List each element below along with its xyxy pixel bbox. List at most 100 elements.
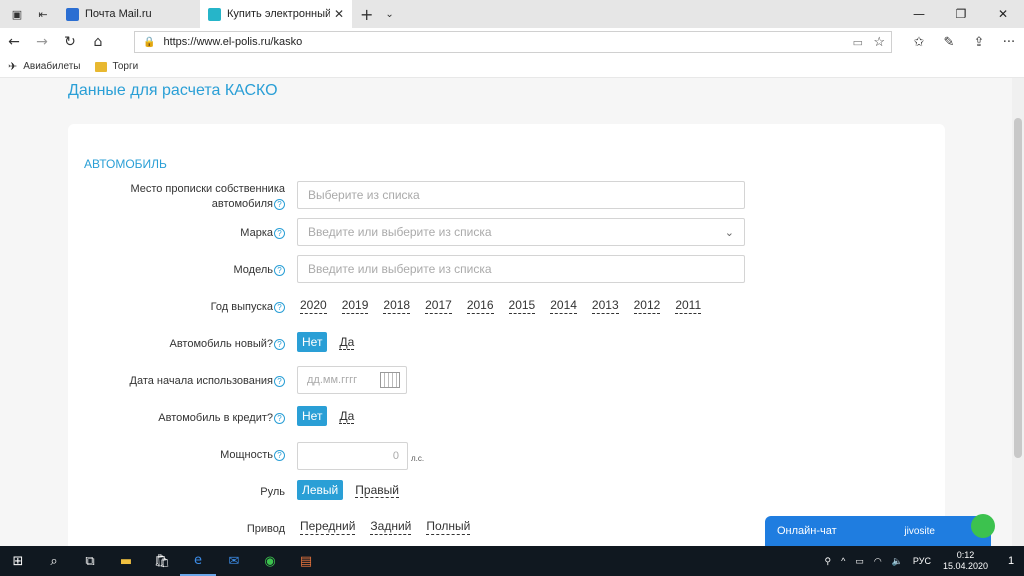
store-icon[interactable]: 🛍 [144,546,180,576]
notification-center-icon[interactable]: 1 [998,546,1024,576]
favorite-torgi[interactable]: Торги [94,61,139,72]
tab-mail[interactable]: Почта Mail.ru [58,0,200,28]
help-icon[interactable]: ? [274,412,285,424]
clock-time: 0:12 [956,550,975,560]
language-indicator[interactable]: РУС [913,556,931,566]
wheel-label-text: Руль [260,486,285,498]
help-icon[interactable]: ? [274,449,285,461]
scroll-thumb[interactable] [1014,118,1022,458]
folder-icon [94,61,107,72]
start-date-input[interactable]: дд.мм.гггг [297,366,407,394]
help-icon[interactable]: ? [274,227,285,239]
year-option[interactable]: 2013 [591,298,619,314]
tray-expand-icon[interactable]: ^ [841,556,845,566]
section-title: АВТОМОБИЛЬ [84,157,167,171]
tab-manager-icon[interactable]: ▣ [8,5,26,23]
favorite-avia[interactable]: ✈ Авиабилеты [8,60,81,73]
tab-title: Почта Mail.ru [85,8,152,20]
minimize-icon[interactable]: — [898,0,940,28]
favorites-bar: ✈ Авиабилеты Торги [0,56,1024,78]
edge-browser-icon[interactable]: e [180,546,216,576]
online-chat-widget[interactable]: Онлайн-чат jivosite [765,514,995,546]
model-placeholder: Введите или выберите из списка [308,262,492,276]
is-new-yes-button[interactable]: Да [339,335,355,350]
taskbar: ⊞ ⌕ ⧉ ▬ 🛍 e ✉ ◉ ▤ ⚲ ^ ▭ ◠ 🔈 РУС 0:12 15.… [0,546,1024,576]
reading-view-icon[interactable]: ▭ [853,36,863,49]
wheel-right-button[interactable]: Правый [355,483,399,498]
brand-input[interactable]: Введите или выберите из списка ⌄ [297,218,745,246]
page-scrollbar[interactable] [1012,78,1024,546]
plane-icon: ✈ [8,61,18,73]
wifi-icon[interactable]: ◠ [874,556,882,567]
tab-bar: ▣ ⇤ Почта Mail.ru Купить электронный п ✕… [0,0,1024,28]
people-icon[interactable]: ⚲ [825,556,832,567]
whatsapp-icon[interactable]: ◉ [252,546,288,576]
set-aside-tabs-icon[interactable]: ⇤ [34,5,52,23]
help-icon[interactable]: ? [274,375,285,387]
task-view-icon[interactable]: ⧉ [72,546,108,576]
chat-label: Онлайн-чат [777,525,837,537]
tab-kasko[interactable]: Купить электронный п ✕ [200,0,352,28]
volume-icon[interactable]: 🔈 [892,556,903,567]
new-tab-icon[interactable]: + [360,5,373,24]
help-icon[interactable]: ? [274,264,285,276]
favorites-hub-icon[interactable]: ✩ [904,28,934,56]
close-window-icon[interactable]: ✕ [982,0,1024,28]
year-option[interactable]: 2020 [300,298,327,314]
registration-label-line2: автомобиля [211,198,273,210]
clock[interactable]: 0:12 15.04.2020 [943,550,988,572]
drive-option-rear[interactable]: Задний [370,519,412,535]
year-label-text: Год выпуска [210,301,273,313]
calendar-icon[interactable] [380,372,400,388]
more-icon[interactable]: ··· [994,28,1024,56]
address-bar[interactable]: 🔒 https://www.el-polis.ru/kasko ▭ ☆ [134,31,892,53]
back-icon[interactable]: ← [0,28,28,56]
search-icon[interactable]: ⌕ [36,546,72,576]
brand-label: Марка? [240,226,285,241]
power-unit: л.с. [411,454,425,463]
wheel-label: Руль [260,485,285,500]
mail-app-icon[interactable]: ✉ [216,546,252,576]
close-tab-icon[interactable]: ✕ [334,7,344,21]
document-app-icon[interactable]: ▤ [288,546,324,576]
wheel-left-button[interactable]: Левый [297,480,344,500]
power-value: 0 [392,450,399,462]
battery-icon[interactable]: ▭ [855,556,864,567]
page-title: Данные для расчета КАСКО [68,82,278,99]
tab-preview-chevron-icon[interactable]: ⌄ [385,9,393,20]
model-label-text: Модель [233,264,273,276]
year-option[interactable]: 2019 [341,298,369,314]
help-icon[interactable]: ? [274,338,285,350]
window-controls: — ❐ ✕ [898,0,1024,28]
year-option[interactable]: 2015 [508,298,536,314]
year-option[interactable]: 2016 [466,298,494,314]
restore-icon[interactable]: ❐ [940,0,982,28]
help-icon[interactable]: ? [274,198,285,210]
web-note-icon[interactable]: ✎ [934,28,964,56]
is-new-no-button[interactable]: Нет [297,332,328,352]
year-option[interactable]: 2018 [383,298,411,314]
year-option[interactable]: 2011 [675,298,702,314]
credit-no-button[interactable]: Нет [297,406,328,426]
help-icon[interactable]: ? [274,301,285,313]
drive-label-text: Привод [246,523,285,535]
favorite-label: Торги [112,61,139,72]
credit-yes-button[interactable]: Да [339,409,355,424]
registration-select[interactable]: Выберите из списка [297,181,745,209]
favorite-star-icon[interactable]: ☆ [873,34,885,50]
home-icon[interactable]: ⌂ [84,28,112,56]
power-input[interactable]: 0 [297,442,408,470]
registration-label-line1: Место прописки собственника [130,183,285,195]
year-option[interactable]: 2017 [425,298,452,314]
refresh-icon[interactable]: ↻ [56,28,84,56]
file-explorer-icon[interactable]: ▬ [108,546,144,576]
model-input[interactable]: Введите или выберите из списка [297,255,745,283]
drive-option-all[interactable]: Полный [426,519,471,535]
year-option[interactable]: 2012 [633,298,661,314]
windows-start-icon[interactable]: ⊞ [0,546,36,576]
share-icon[interactable]: ⇪ [964,28,994,56]
drive-option-front[interactable]: Передний [300,519,356,535]
chevron-down-icon[interactable]: ⌄ [725,226,734,239]
forward-icon[interactable]: → [28,28,56,56]
year-option[interactable]: 2014 [550,298,577,314]
